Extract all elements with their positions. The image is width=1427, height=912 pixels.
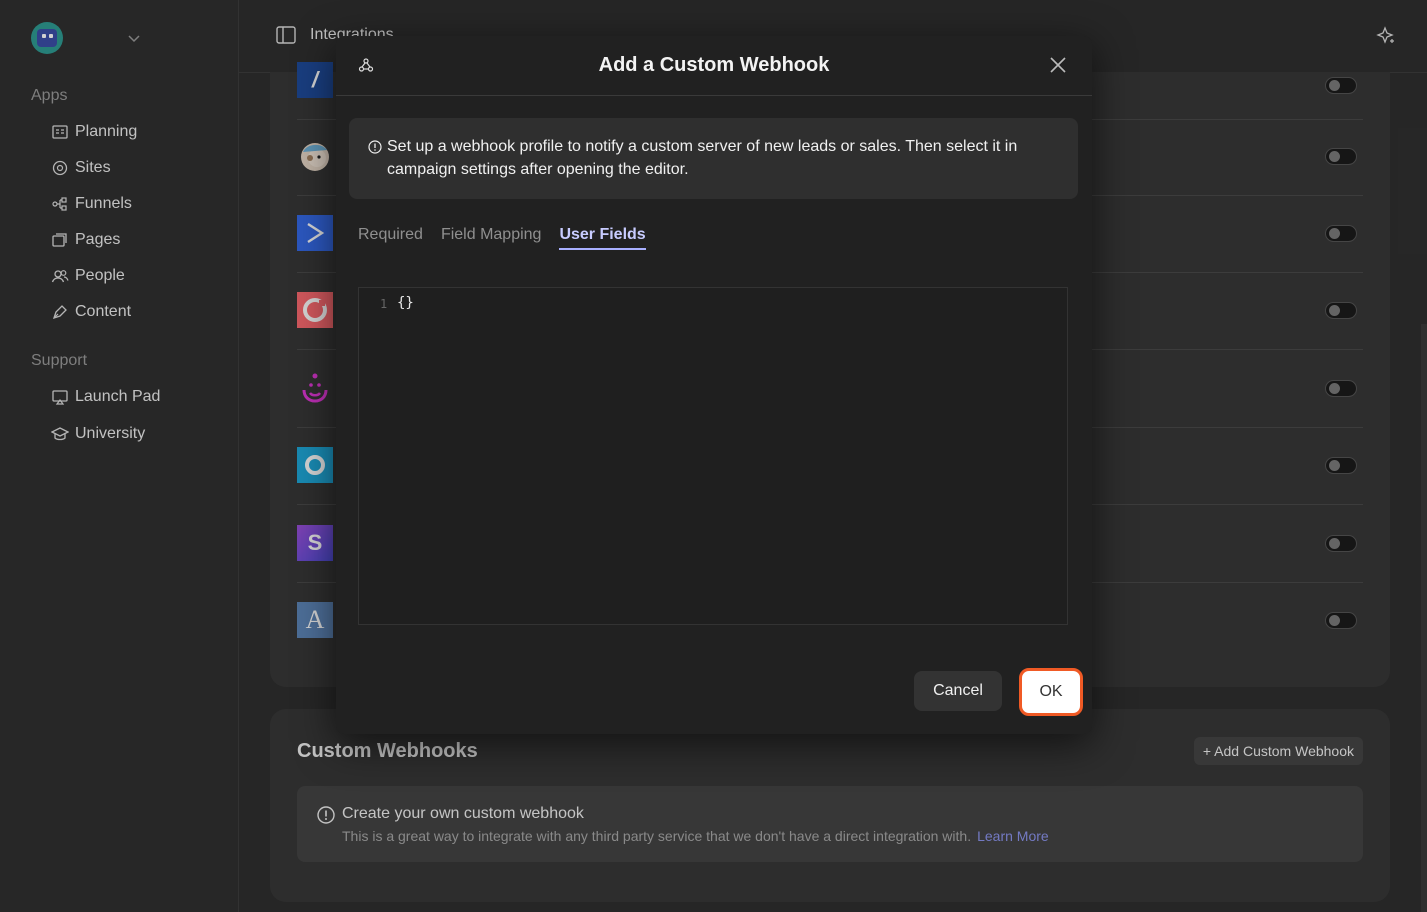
modal-title: Add a Custom Webhook [598, 54, 830, 76]
tab-user-fields[interactable]: User Fields [559, 226, 646, 250]
close-icon[interactable] [1049, 56, 1067, 74]
tab-required[interactable]: Required [358, 226, 423, 250]
modal-tabs: Required Field Mapping User Fields [358, 226, 646, 250]
modal-notice-text: Set up a webhook profile to notify a cus… [387, 138, 1018, 178]
cancel-button[interactable]: Cancel [914, 671, 1002, 711]
code-editor[interactable]: 1 {} [358, 287, 1068, 625]
modal-notice: Set up a webhook profile to notify a cus… [349, 118, 1078, 199]
tab-field-mapping[interactable]: Field Mapping [441, 226, 542, 250]
line-number: 1 [380, 297, 388, 311]
modal-header: Add a Custom Webhook [336, 36, 1092, 96]
info-icon [368, 140, 382, 154]
add-custom-webhook-modal: Add a Custom Webhook Set up a webhook pr… [336, 36, 1092, 734]
code-content[interactable]: {} [397, 295, 414, 311]
ok-button[interactable]: OK [1019, 668, 1083, 716]
